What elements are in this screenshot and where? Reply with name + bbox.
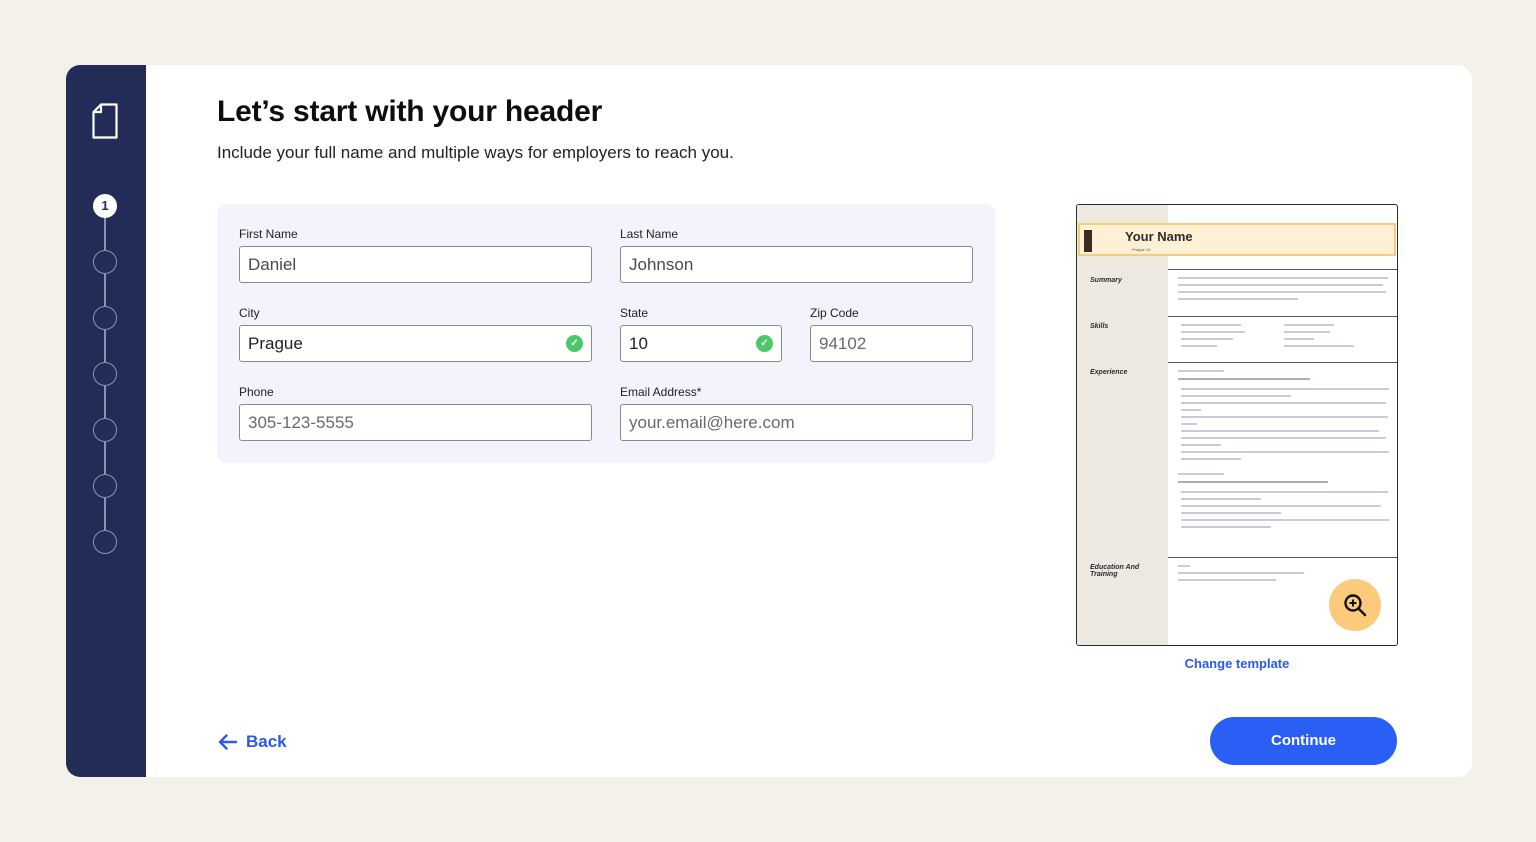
preview-text-line (1284, 338, 1314, 340)
preview-text-line (1178, 481, 1328, 483)
valid-check-icon: ✓ (566, 335, 583, 352)
preview-text-line (1181, 338, 1233, 340)
preview-text-line (1181, 519, 1389, 521)
city-field[interactable]: Prague ✓ (239, 325, 592, 362)
preview-header: Your Name Prague 10 (1078, 223, 1396, 256)
preview-section-experience: Experience (1090, 369, 1128, 376)
preview-text-line (1178, 284, 1383, 286)
zip-placeholder: 94102 (819, 334, 867, 353)
state-field[interactable]: 10 ✓ (620, 325, 782, 362)
preview-divider (1168, 557, 1397, 558)
preview-divider (1168, 316, 1397, 317)
step-1-current: 1 (93, 194, 117, 218)
preview-text-line (1178, 473, 1224, 475)
preview-text-line (1284, 345, 1354, 347)
preview-text-line (1181, 423, 1197, 425)
email-label: Email Address* (620, 385, 702, 399)
preview-text-line (1181, 491, 1388, 493)
preview-text-line (1284, 331, 1330, 333)
zip-label: Zip Code (810, 306, 859, 320)
preview-text-line (1181, 458, 1241, 460)
preview-text-line (1178, 298, 1298, 300)
preview-section-summary: Summary (1090, 277, 1122, 284)
preview-divider (1168, 269, 1397, 270)
state-label: State (620, 306, 649, 320)
preview-left-column (1077, 205, 1168, 645)
first-name-label: First Name (239, 227, 298, 241)
back-button[interactable]: Back (218, 730, 287, 754)
preview-text-line (1181, 437, 1386, 439)
change-template-link[interactable]: Change template (1176, 656, 1298, 671)
preview-text-line (1181, 409, 1201, 411)
zip-field[interactable]: 94102 (810, 325, 973, 362)
zoom-preview-button[interactable] (1329, 579, 1381, 631)
preview-text-line (1178, 378, 1310, 380)
step-3 (93, 306, 117, 330)
preview-text-line (1181, 451, 1389, 453)
step-connector (104, 442, 106, 474)
last-name-value: Johnson (629, 255, 694, 274)
step-6 (93, 474, 117, 498)
page-title: Let’s start with your header (217, 95, 603, 128)
phone-placeholder: 305-123-5555 (248, 413, 354, 432)
first-name-field[interactable]: Daniel (239, 246, 592, 283)
preview-text-line (1181, 505, 1381, 507)
builder-card: 1 Let’s start with your header Include y… (66, 65, 1472, 777)
continue-button[interactable]: Continue (1210, 717, 1397, 765)
preview-text-line (1178, 565, 1190, 567)
city-label: City (239, 306, 260, 320)
preview-section-skills: Skills (1090, 323, 1109, 330)
step-connector (104, 330, 106, 362)
phone-label: Phone (239, 385, 274, 399)
preview-text-line (1178, 291, 1386, 293)
state-value: 10 (629, 334, 648, 353)
preview-text-line (1181, 444, 1221, 446)
preview-text-line (1284, 324, 1334, 326)
step-5 (93, 418, 117, 442)
last-name-label: Last Name (620, 227, 679, 241)
step-connector (104, 386, 106, 418)
valid-check-icon: ✓ (756, 335, 773, 352)
preview-text-line (1178, 572, 1304, 574)
preview-section-education: Education And Training (1090, 564, 1140, 578)
preview-text-line (1178, 277, 1388, 279)
step-connector (104, 274, 106, 306)
preview-text-line (1181, 388, 1389, 390)
step-connector (104, 498, 106, 530)
email-placeholder: your.email@here.com (629, 413, 795, 432)
preview-text-line (1181, 430, 1379, 432)
preview-text-line (1181, 498, 1261, 500)
contact-form: First Name Daniel Last Name Johnson City… (217, 204, 995, 463)
email-field[interactable]: your.email@here.com (620, 404, 973, 441)
zoom-in-icon (1344, 594, 1367, 617)
preview-text-line (1181, 331, 1245, 333)
page-subtitle: Include your full name and multiple ways… (217, 143, 734, 162)
preview-text-line (1181, 402, 1386, 404)
step-2 (93, 250, 117, 274)
first-name-value: Daniel (248, 255, 297, 274)
step-4 (93, 362, 117, 386)
preview-text-line (1181, 395, 1291, 397)
preview-divider (1168, 362, 1397, 363)
step-connector (104, 218, 106, 250)
city-value: Prague (248, 334, 303, 353)
preview-text-line (1181, 416, 1388, 418)
preview-text-line (1181, 324, 1241, 326)
preview-text-line (1178, 370, 1224, 372)
preview-text-line (1178, 579, 1276, 581)
preview-text-line (1181, 512, 1281, 514)
preview-text-line (1181, 526, 1271, 528)
last-name-field[interactable]: Johnson (620, 246, 973, 283)
phone-field[interactable]: 305-123-5555 (239, 404, 592, 441)
preview-location: Prague 10 (1132, 247, 1151, 252)
preview-text-line (1181, 345, 1217, 347)
preview-header-bar (1084, 230, 1092, 252)
preview-name: Your Name (1125, 229, 1193, 244)
step-7 (93, 530, 117, 554)
arrow-left-icon (218, 734, 237, 750)
document-icon (92, 103, 118, 139)
back-label: Back (246, 732, 287, 751)
progress-sidebar: 1 (66, 65, 146, 777)
